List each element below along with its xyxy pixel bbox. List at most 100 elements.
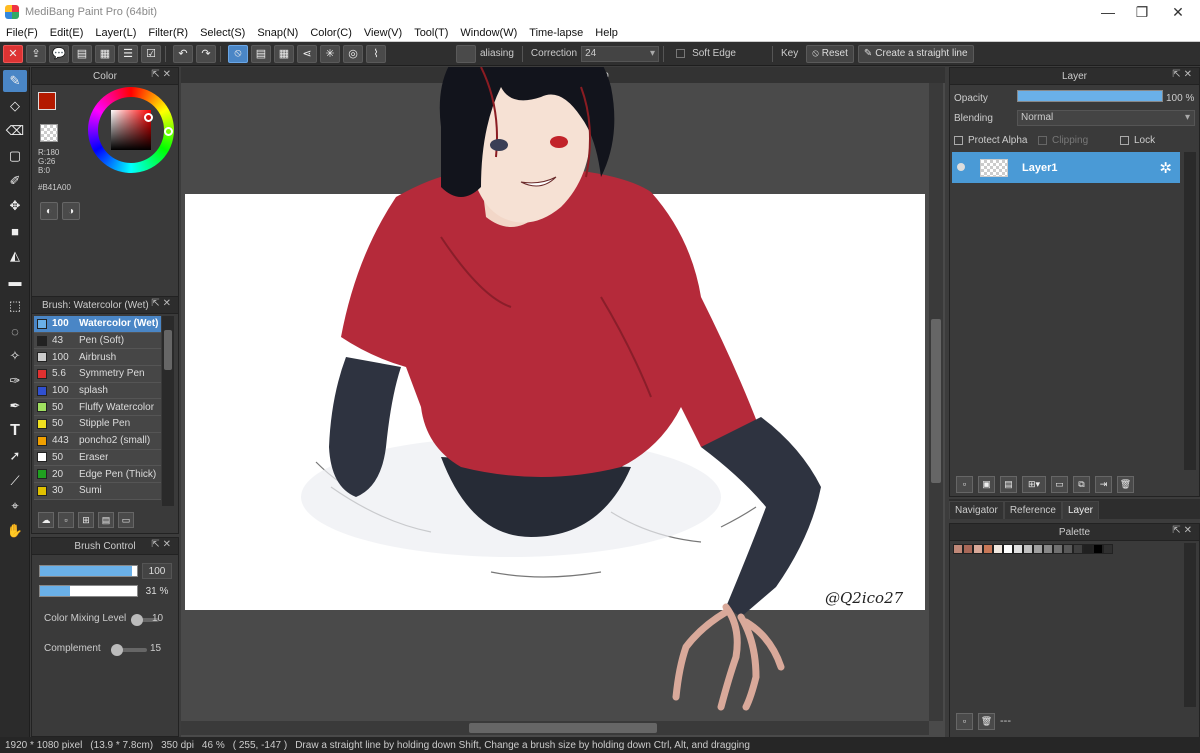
brush-size-value[interactable]: 100 (142, 563, 172, 579)
tab-navigator[interactable]: Navigator (949, 501, 1004, 519)
merge-layer-icon[interactable]: ⇥ (1095, 475, 1112, 493)
gear-icon[interactable]: ✲ (1159, 159, 1172, 177)
new-halftone-layer-icon[interactable]: ▣ (978, 475, 995, 493)
circle-snap-icon[interactable]: ◎ (343, 44, 363, 63)
palette-swatch[interactable] (1083, 544, 1093, 554)
manage-icon[interactable]: ☰ (118, 44, 138, 63)
brush-list-item[interactable]: 20 Edge Pen (Thick) (34, 466, 161, 483)
comment-icon[interactable]: 💬 (49, 44, 69, 63)
page-icon[interactable]: ▦ (95, 44, 115, 63)
reset-button[interactable]: ⦸ Reset (806, 44, 854, 63)
palette-scrollbar[interactable] (1184, 543, 1196, 707)
menu-layer[interactable]: Layer(L) (89, 27, 142, 39)
menu-snap[interactable]: Snap(N) (251, 27, 304, 39)
menu-select[interactable]: Select(S) (194, 27, 251, 39)
snap-off-icon[interactable]: ⦸ (228, 44, 248, 63)
straight-line-button[interactable]: ✎ Create a straight line (857, 44, 974, 63)
foreground-color-swatch[interactable] (38, 92, 56, 110)
menu-help[interactable]: Help (589, 27, 624, 39)
brush-list-item[interactable]: 50 Eraser (34, 449, 161, 467)
menu-tool[interactable]: Tool(T) (408, 27, 454, 39)
canvas-horizontal-scrollbar[interactable] (181, 721, 929, 735)
chat-icon[interactable]: ▤ (72, 44, 92, 63)
check-list-icon[interactable]: ☑ (141, 44, 161, 63)
brush-list-item[interactable]: 50 Stipple Pen (34, 416, 161, 433)
move-tool-icon[interactable]: ✥ (3, 195, 27, 217)
protect-alpha-checkbox[interactable] (954, 135, 963, 145)
add-brush-icon[interactable]: ⊞ (78, 512, 94, 528)
maximize-button[interactable]: ❐ (1124, 0, 1160, 24)
menu-color[interactable]: Color(C) (304, 27, 358, 39)
brush-list-scrollbar[interactable] (162, 316, 174, 506)
new-layer-icon[interactable]: ▫ (956, 475, 973, 493)
layer-list-scrollbar[interactable] (1184, 152, 1196, 470)
brush-list-item[interactable]: 30 Sumi (34, 482, 161, 500)
undo-icon[interactable]: ↶ (173, 44, 193, 63)
anti-alias-checkbox[interactable] (456, 44, 476, 63)
lock-option[interactable]: Lock (1120, 132, 1155, 148)
delete-layer-icon[interactable]: 🗑 (1117, 475, 1134, 493)
visibility-icon[interactable] (957, 163, 965, 171)
palette-swatch[interactable] (993, 544, 1003, 554)
tab-reference[interactable]: Reference (1003, 501, 1062, 519)
color-mode-icon[interactable]: ◑ (62, 202, 80, 220)
new-palette-icon[interactable]: ▫ (956, 712, 973, 730)
sv-marker[interactable] (144, 113, 153, 122)
parallel-snap-icon[interactable]: ▤ (251, 44, 271, 63)
clipping-option[interactable]: Clipping (1038, 132, 1088, 148)
soft-edge-checkbox[interactable] (676, 49, 686, 58)
panel-controls-icon[interactable]: ⇱✕ (1172, 69, 1195, 80)
cloud-brush-icon[interactable]: ☁ (38, 512, 54, 528)
menu-edit[interactable]: Edit(E) (44, 27, 90, 39)
palette-swatch[interactable] (953, 544, 963, 554)
slider-knob[interactable] (131, 614, 143, 626)
palette-swatch[interactable] (973, 544, 983, 554)
blend-tool-icon[interactable]: ✐ (3, 170, 27, 192)
select-tool-icon[interactable]: ⬚ (3, 295, 27, 317)
blending-select[interactable]: Normal (1017, 110, 1195, 126)
correction-select[interactable]: 24 (581, 45, 660, 62)
eraser-tool-icon[interactable]: ◇ (3, 95, 27, 117)
brush-tool-icon[interactable]: ✎ (3, 70, 27, 92)
palette-swatch[interactable] (1103, 544, 1113, 554)
brush-list-item[interactable]: 100 Watercolor (Wet) (34, 316, 161, 333)
slider-knob[interactable] (111, 644, 123, 656)
dot-eraser-tool-icon[interactable]: ⌫ (3, 120, 27, 142)
minimize-button[interactable]: — (1090, 0, 1126, 24)
clipping-checkbox[interactable] (1038, 135, 1047, 145)
brush-list-item[interactable]: 43 Pen (Soft) (34, 332, 161, 350)
palette-swatch[interactable] (983, 544, 993, 554)
panel-controls-icon[interactable]: ⇱✕ (1172, 525, 1195, 536)
palette-swatch[interactable] (1063, 544, 1073, 554)
menu-timelapse[interactable]: Time-lapse (523, 27, 589, 39)
palette-swatch[interactable] (1003, 544, 1013, 554)
radial-snap-icon[interactable]: ⋖ (297, 44, 317, 63)
menu-filter[interactable]: Filter(R) (142, 27, 194, 39)
fill-rect-tool-icon[interactable]: ■ (3, 220, 27, 242)
text-tool-icon[interactable]: T (3, 420, 27, 442)
curve-snap-icon[interactable]: ⌇ (366, 44, 386, 63)
new-8bit-layer-icon[interactable]: ▤ (1000, 475, 1017, 493)
grid-snap-icon[interactable]: ▦ (274, 44, 294, 63)
hue-marker[interactable] (164, 127, 173, 136)
scrollbar-thumb[interactable] (164, 330, 172, 370)
new-folder-icon[interactable]: ▭ (1051, 475, 1068, 493)
palette-swatch[interactable] (1073, 544, 1083, 554)
color-wheel[interactable] (88, 87, 174, 173)
canvas-area[interactable]: Q illustration 01.mdp (181, 67, 945, 739)
palette-swatch[interactable] (1043, 544, 1053, 554)
palette-swatch[interactable] (1013, 544, 1023, 554)
lock-checkbox[interactable] (1120, 135, 1129, 145)
layer-row[interactable]: Layer1 ✲ (952, 152, 1180, 183)
palette-swatch[interactable] (1033, 544, 1043, 554)
operation-tool-icon[interactable]: ➚ (3, 445, 27, 467)
palette-swatch[interactable] (1023, 544, 1033, 554)
bucket-tool-icon[interactable]: ◭ (3, 245, 27, 267)
eyedropper-tool-icon[interactable]: ⌖ (3, 495, 27, 517)
brush-opacity-slider[interactable] (39, 585, 138, 597)
tab-layer[interactable]: Layer (1061, 501, 1099, 519)
panel-controls-icon[interactable]: ⇱✕ (151, 298, 174, 309)
close-doc-icon[interactable]: ✕ (3, 44, 23, 63)
brush-list-item[interactable]: 100 splash (34, 382, 161, 400)
brush-size-slider[interactable] (39, 565, 138, 577)
